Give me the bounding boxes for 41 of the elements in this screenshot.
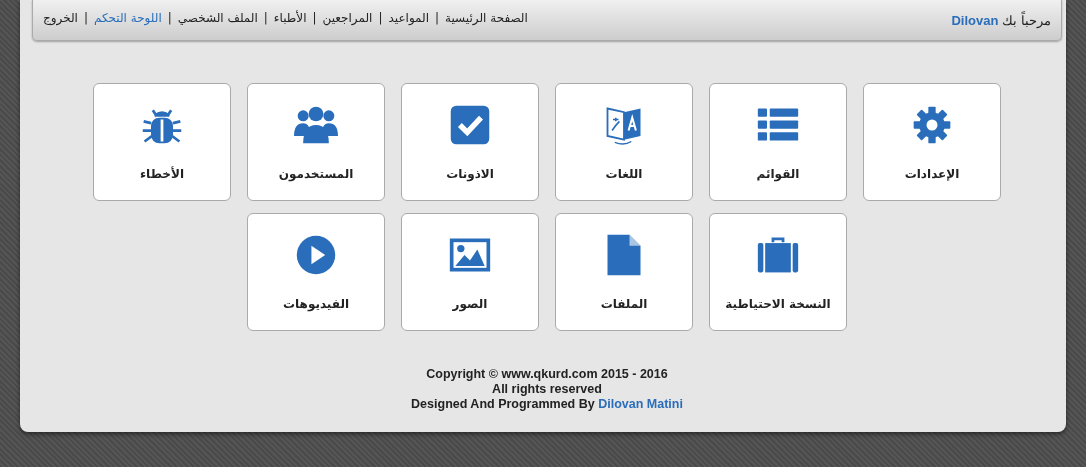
tile-label: النسخة الاحتياطية <box>725 297 831 311</box>
checkbox-icon <box>448 103 492 147</box>
rights-text: All rights reserved <box>491 382 603 397</box>
user-link[interactable]: Dilovan <box>951 12 999 28</box>
credit-text: Designed And Programmed By Dilovan Matini <box>410 397 684 412</box>
tile-label: اللغات <box>605 167 643 181</box>
menu-tile[interactable]: اللغات <box>555 83 693 201</box>
tile-label: الفيديوهات <box>283 297 349 311</box>
author-link[interactable]: Dilovan Matini <box>598 397 683 411</box>
separator: | <box>435 11 440 25</box>
separator: | <box>167 11 172 25</box>
nav-link[interactable]: الأطباء <box>273 11 307 25</box>
separator: | <box>312 11 317 25</box>
tile-label: الإعدادات <box>904 167 960 181</box>
menu-tile[interactable]: المستخدمون <box>247 83 385 201</box>
tile-label: الأخطاء <box>140 167 184 181</box>
nav-link[interactable]: المراجعين <box>322 11 373 25</box>
separator: | <box>378 11 383 25</box>
tile-label: القوائم <box>756 167 800 181</box>
nav-link[interactable]: المواعيد <box>388 11 429 25</box>
copyright-text: Copyright © www.qkurd.com 2015 - 2016 <box>425 367 669 382</box>
menu-tile[interactable]: الأخطاء <box>93 83 231 201</box>
tile-label: الملفات <box>600 297 648 311</box>
separator: | <box>83 11 88 25</box>
menu-tile[interactable]: النسخة الاحتياطية <box>709 213 847 331</box>
menu-tile[interactable]: القوائم <box>709 83 847 201</box>
tile-label: الاذونات <box>446 167 494 181</box>
tile-label: الصور <box>452 297 488 311</box>
menu-tile[interactable]: الإعدادات <box>863 83 1001 201</box>
nav-link[interactable]: الملف الشخصي <box>177 11 258 25</box>
nav-link[interactable]: اللوحة التحكم <box>93 11 162 25</box>
separator: | <box>263 11 268 25</box>
menu-tile[interactable]: الملفات <box>555 213 693 331</box>
tile-label: المستخدمون <box>278 167 354 181</box>
menu-tile[interactable]: الفيديوهات <box>247 213 385 331</box>
nav-link[interactable]: الخروج <box>43 11 78 25</box>
play-icon <box>294 233 338 277</box>
menu-tile[interactable]: الاذونات <box>401 83 539 201</box>
nav-link[interactable]: الصفحة الرئيسية <box>445 11 528 25</box>
menu-tile[interactable]: الصور <box>401 213 539 331</box>
greeting-text: مرحباً بك <box>1002 12 1051 28</box>
